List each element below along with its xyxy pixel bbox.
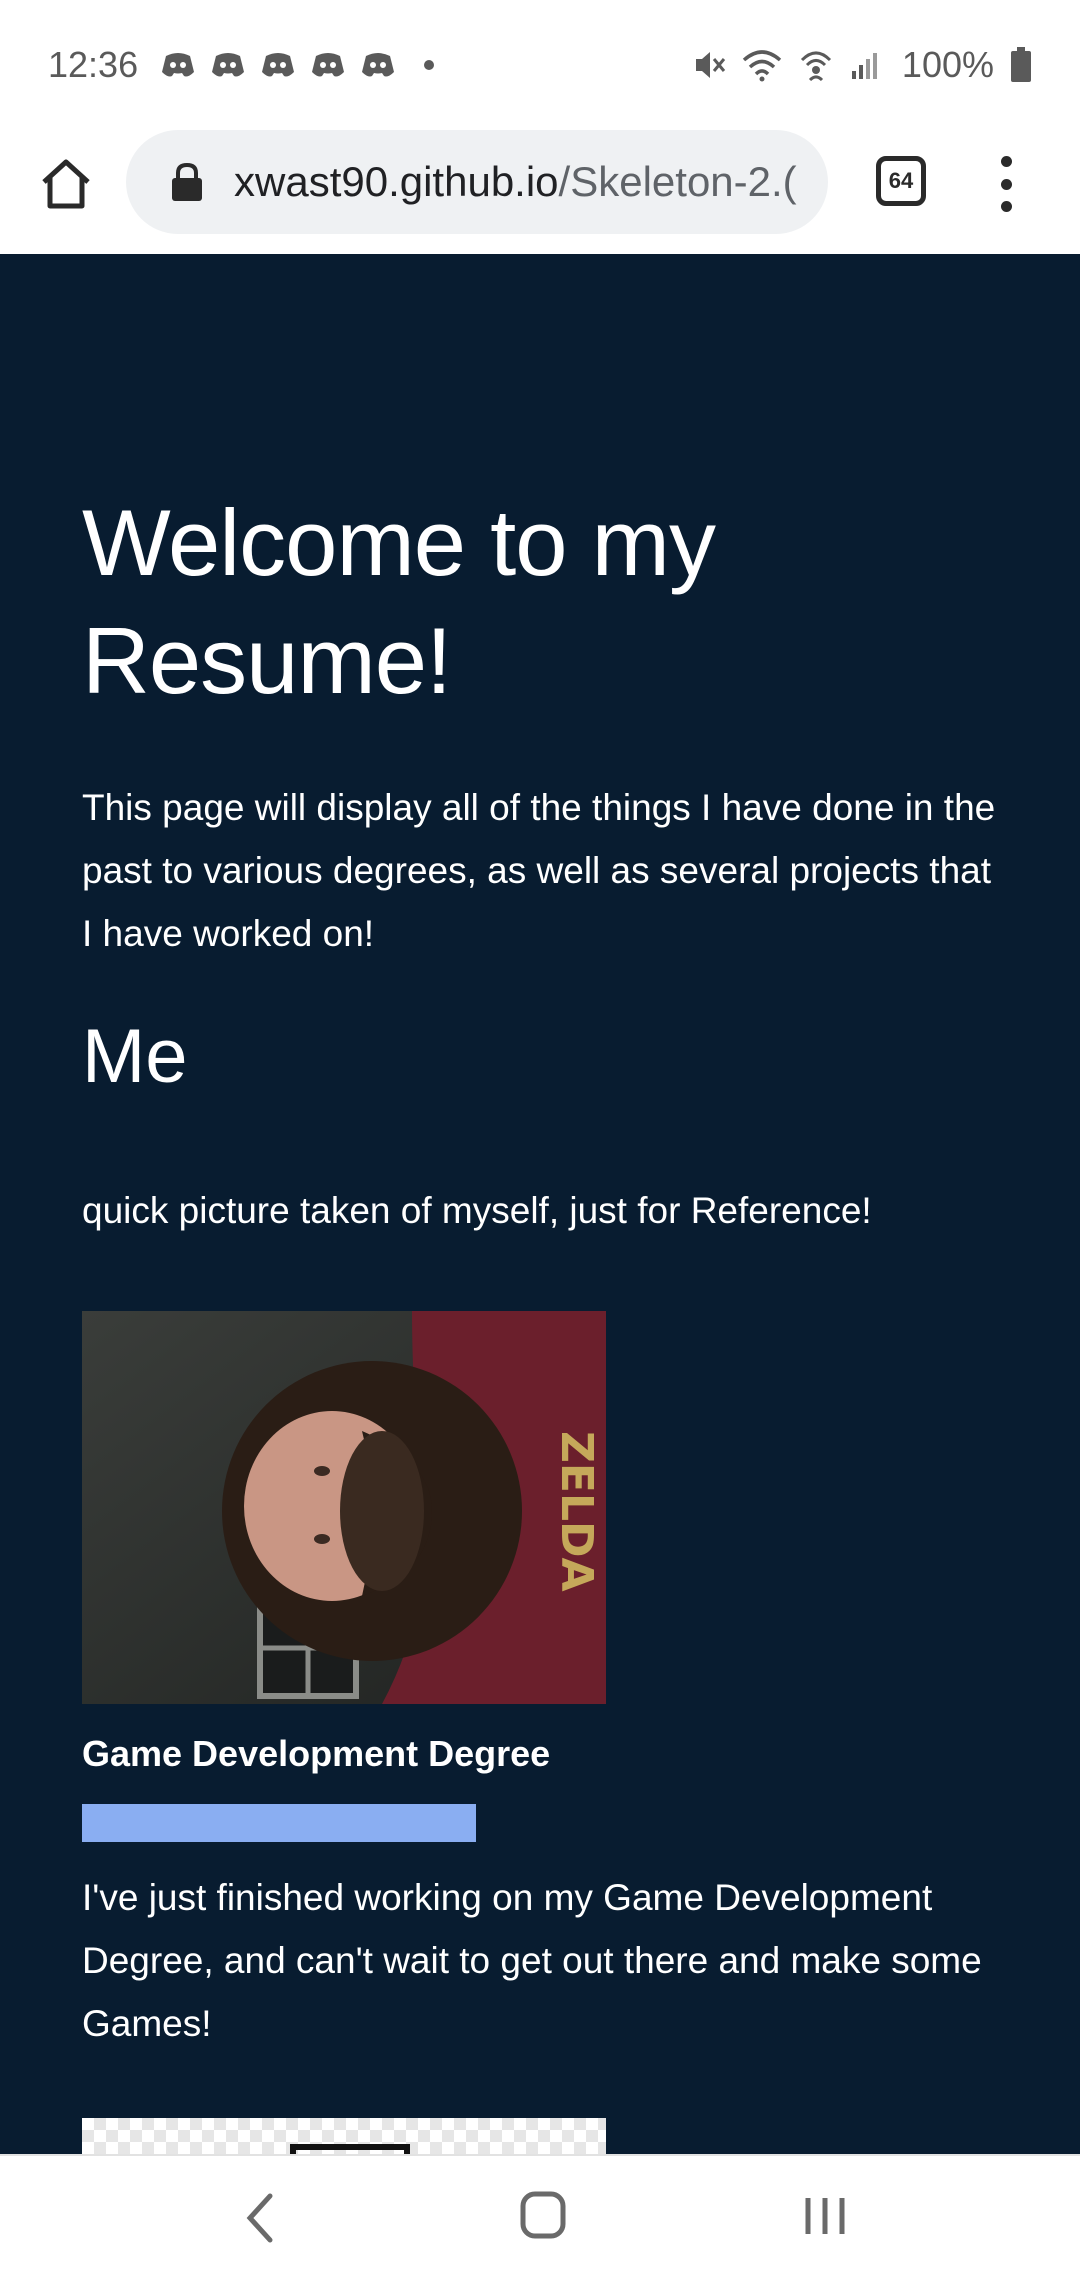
status-bar: 12:36 100% (0, 0, 1080, 130)
lock-icon[interactable] (170, 162, 204, 202)
menu-dot (1000, 156, 1012, 167)
degree-title: Game Development Degree (82, 1733, 551, 1774)
recents-icon[interactable] (800, 2190, 850, 2242)
page-title-line2: Resume! (82, 608, 452, 713)
intro-paragraph: This page will display all of the things… (82, 787, 996, 954)
section-heading-me: Me (82, 1014, 188, 1099)
project-image-shape (290, 2144, 410, 2154)
status-time: 12:36 (48, 44, 139, 85)
home-circle-icon[interactable] (518, 2188, 568, 2242)
discord-icon (162, 53, 195, 77)
tabs-button[interactable]: 64 (876, 156, 926, 206)
project-image-preview (82, 2118, 606, 2154)
address-bar[interactable]: xwast90.github.io/Skeleton-2.( (126, 130, 828, 234)
discord-icon (362, 53, 395, 77)
url-domain: xwast90.github.io (234, 158, 559, 205)
status-right: 100% (692, 44, 1032, 86)
battery-percent: 100% (901, 44, 994, 85)
signal-icon (851, 53, 877, 79)
back-icon[interactable] (240, 2190, 280, 2246)
mute-icon (695, 52, 726, 78)
page-title: Welcome to my Resume! (82, 484, 1002, 720)
profile-photo-image: ZELDA (82, 1311, 606, 1704)
discord-icon (212, 53, 245, 77)
profile-photo: ZELDA (82, 1311, 606, 1704)
browser-home-button[interactable] (34, 152, 98, 216)
url-text[interactable]: xwast90.github.io/Skeleton-2.( (234, 158, 797, 206)
dot-icon (424, 60, 435, 70)
more-vert-icon[interactable] (984, 152, 1028, 216)
hotspot-icon (800, 51, 831, 82)
web-page[interactable]: Welcome to my Resume! This page will dis… (0, 254, 1080, 2154)
degree-progress-bar (82, 1804, 476, 1842)
url-path: /Skeleton-2.( (558, 158, 797, 205)
system-nav-bar (0, 2154, 1080, 2280)
svg-text:ZELDA: ZELDA (551, 1431, 602, 1592)
degree-description: I've just finished working on my Game De… (82, 1877, 982, 2044)
degree-progress-fill (82, 1804, 476, 1842)
discord-icon (262, 53, 295, 77)
battery-icon (1011, 47, 1031, 82)
discord-icon (312, 53, 345, 77)
home-icon (42, 159, 90, 209)
menu-dot (1000, 178, 1012, 190)
menu-dot (1000, 201, 1012, 212)
tab-count: 64 (888, 168, 914, 193)
wifi-icon (742, 50, 782, 82)
photo-caption: quick picture taken of myself, just for … (82, 1190, 872, 1231)
browser-toolbar: xwast90.github.io/Skeleton-2.( 64 (0, 130, 1080, 254)
notification-icons (160, 50, 435, 80)
page-title-line1: Welcome to my (82, 490, 716, 595)
